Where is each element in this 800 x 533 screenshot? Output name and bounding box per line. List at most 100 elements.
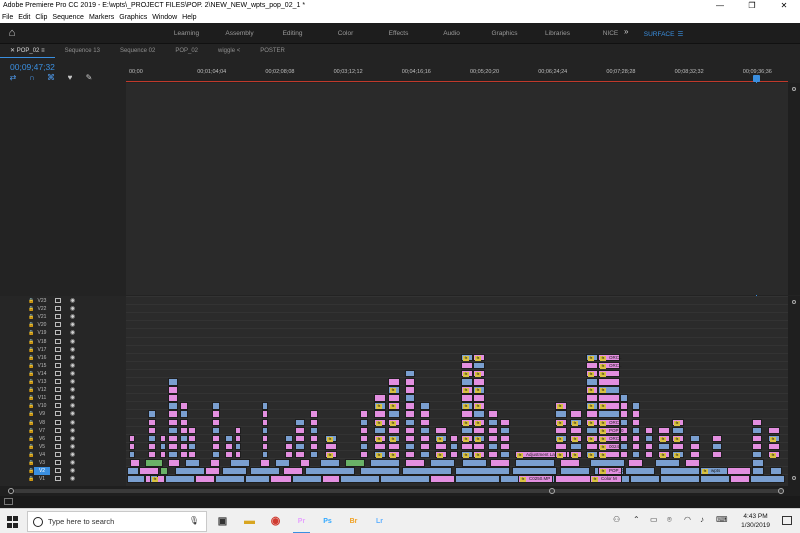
eye-icon[interactable]: ◉ xyxy=(70,467,75,475)
track-name[interactable]: V19 xyxy=(34,329,50,337)
timeline-clip[interactable]: fx Color M xyxy=(590,475,622,483)
timeline-clip[interactable] xyxy=(420,410,430,418)
sync-lock-icon[interactable] xyxy=(55,306,61,312)
sync-lock-icon[interactable] xyxy=(55,330,61,336)
timeline-clip[interactable]: fx xyxy=(768,434,780,443)
timeline-clip[interactable] xyxy=(632,450,640,459)
timeline-clip[interactable]: fx xyxy=(473,450,485,459)
hamburger-icon[interactable]: ≡ xyxy=(41,48,45,54)
timeline-clip[interactable] xyxy=(212,450,220,459)
timeline-clip[interactable]: fx xyxy=(586,353,598,362)
timeline-clip[interactable]: fx xyxy=(598,369,620,378)
eye-icon[interactable]: ◉ xyxy=(70,475,75,483)
timeline-clip[interactable] xyxy=(185,459,200,467)
timeline-clip[interactable] xyxy=(726,467,751,475)
timeline-clip[interactable] xyxy=(168,442,178,451)
timeline-clip[interactable] xyxy=(461,442,473,451)
timeline-clip[interactable]: fx xyxy=(461,450,473,459)
tab-surface[interactable]: SURFACE ☰ xyxy=(637,30,690,38)
track-header-v10[interactable]: 🔒 V10 ◉ xyxy=(0,402,126,410)
timeline-clip[interactable]: fx xyxy=(586,369,598,378)
timeline-clip[interactable] xyxy=(180,418,188,427)
timeline-clip[interactable]: fx xyxy=(586,418,598,427)
timeline-clip[interactable] xyxy=(768,442,780,451)
timeline-clip[interactable] xyxy=(168,410,178,418)
scroll-knob[interactable] xyxy=(778,488,784,494)
track-header-v2[interactable]: 🔒 V2 ◉ xyxy=(0,467,126,476)
timeline-clip[interactable] xyxy=(310,418,318,427)
track-name[interactable]: V4 xyxy=(34,451,50,459)
timeline-clip[interactable] xyxy=(455,467,510,475)
track-name[interactable]: V1 xyxy=(34,475,50,483)
timeline-clip[interactable] xyxy=(560,459,580,467)
timeline-clip[interactable]: fx xyxy=(658,450,670,459)
timeline-clip[interactable] xyxy=(752,434,762,443)
timeline-clip[interactable]: fx ORCL xyxy=(598,434,622,443)
timeline-clip[interactable]: fx xyxy=(374,402,386,410)
timeline-clip[interactable] xyxy=(628,459,643,467)
timeline-clip[interactable] xyxy=(212,426,220,435)
eye-icon[interactable]: ◉ xyxy=(70,297,75,305)
sync-lock-icon[interactable] xyxy=(55,403,61,409)
timeline-clip[interactable] xyxy=(180,434,188,443)
track-name[interactable]: V16 xyxy=(34,354,50,362)
timeline-clip[interactable] xyxy=(262,434,268,443)
chevron-up-icon[interactable]: ⌃ xyxy=(633,515,640,524)
timeline-clip[interactable] xyxy=(500,418,510,427)
eye-icon[interactable]: ◉ xyxy=(70,402,75,410)
timeline-clip[interactable] xyxy=(212,434,220,443)
track-header-v8[interactable]: 🔒 V8 ◉ xyxy=(0,419,126,427)
timeline-clip[interactable]: fx xyxy=(461,369,473,378)
windows-start-icon[interactable] xyxy=(7,516,19,528)
timeline-clip[interactable] xyxy=(262,450,268,459)
timeline-clip[interactable] xyxy=(752,450,762,459)
timeline-clip[interactable]: fx xyxy=(672,434,684,443)
timeline-clip[interactable] xyxy=(235,426,241,435)
timeline-clip[interactable] xyxy=(473,361,485,370)
timeline-clip[interactable] xyxy=(405,394,415,402)
timeline-clip[interactable] xyxy=(632,434,640,443)
timeline-clip[interactable] xyxy=(295,450,305,459)
timeline-clip[interactable]: fx xyxy=(598,402,620,410)
people-icon[interactable]: ⚇ xyxy=(613,515,620,524)
timeline-clip[interactable] xyxy=(310,426,318,435)
timeline-clip[interactable] xyxy=(295,442,305,451)
timeline-clip[interactable] xyxy=(420,434,430,443)
timeline-clip[interactable] xyxy=(752,418,762,427)
timeline-clip[interactable]: fx xyxy=(374,434,386,443)
timeline-clip[interactable] xyxy=(655,459,680,467)
timeline-clip[interactable] xyxy=(405,378,415,386)
track-header-v17[interactable]: 🔒 V17 ◉ xyxy=(0,346,126,354)
timeline-clip[interactable] xyxy=(250,467,280,475)
timeline-clip[interactable] xyxy=(129,450,135,459)
timeline-clip[interactable] xyxy=(555,410,567,418)
timeline-clip[interactable]: fx xyxy=(461,402,473,410)
insert-nest-icon[interactable]: ⇄ xyxy=(8,73,18,82)
timeline-clip[interactable] xyxy=(500,426,510,435)
timeline-clip[interactable] xyxy=(148,418,156,427)
timeline-clip[interactable] xyxy=(405,450,415,459)
tab-nice[interactable]: NICE xyxy=(584,30,637,37)
timeline-clip[interactable] xyxy=(388,426,400,435)
timeline-clip[interactable] xyxy=(175,467,205,475)
timeline-clip[interactable] xyxy=(660,467,700,475)
tab-sequence-pop02[interactable]: ✕ POP_02 ≡ xyxy=(0,45,55,58)
timeline-clip[interactable] xyxy=(245,475,270,483)
timeline-clip[interactable] xyxy=(160,434,166,443)
tab-color[interactable]: Color xyxy=(319,30,372,37)
timeline-clip[interactable] xyxy=(295,434,305,443)
scrollbar-vertical-bottom[interactable] xyxy=(788,296,800,486)
timeline-clip[interactable] xyxy=(160,450,166,459)
track-name[interactable]: V8 xyxy=(34,419,50,427)
timeline-clip[interactable] xyxy=(690,434,700,443)
status-icon[interactable] xyxy=(4,498,13,505)
timeline-clip[interactable] xyxy=(300,459,310,467)
timeline-clip[interactable]: fx 00244 xyxy=(598,442,622,451)
timeline-clip[interactable] xyxy=(420,426,430,435)
eye-icon[interactable]: ◉ xyxy=(70,305,75,313)
sync-lock-icon[interactable] xyxy=(55,443,61,449)
scrollbar-vertical-top[interactable] xyxy=(788,83,800,295)
timeline-clip[interactable] xyxy=(555,442,567,451)
timeline-clip[interactable] xyxy=(360,442,368,451)
timeline-clip[interactable] xyxy=(500,450,510,459)
